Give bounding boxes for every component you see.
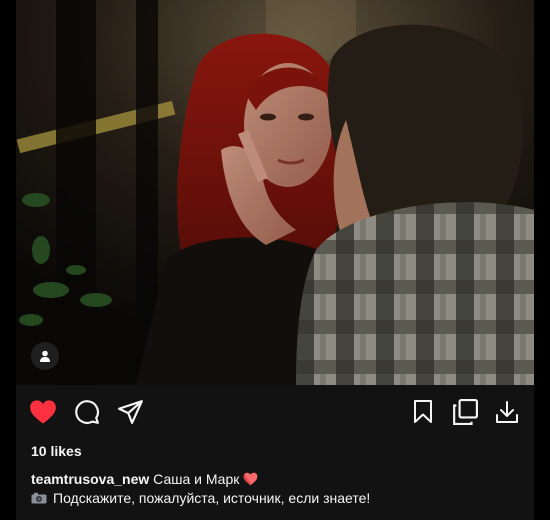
bookmark-icon — [414, 400, 432, 423]
comment-button[interactable] — [72, 397, 102, 427]
heart-filled-icon — [30, 400, 56, 424]
share-button[interactable] — [116, 397, 146, 427]
photo-image — [16, 0, 534, 385]
post-photo[interactable] — [16, 0, 534, 385]
download-button[interactable] — [492, 397, 522, 427]
camera-emoji — [31, 492, 47, 504]
collection-button[interactable] — [450, 397, 480, 427]
caption-text: Саша и Марк — [153, 471, 240, 487]
post-actions-bar — [16, 385, 534, 439]
paper-plane-icon — [118, 400, 143, 424]
tagged-users-button[interactable] — [31, 342, 59, 370]
caption-username[interactable]: teamtrusova_new — [31, 471, 149, 487]
post-caption: teamtrusova_new Саша и Марк Подскажите, … — [31, 470, 522, 508]
heart-emoji — [243, 472, 258, 486]
comment-icon — [75, 400, 99, 425]
like-button[interactable] — [28, 397, 58, 427]
caption-line-2-text: Подскажите, пожалуйста, источник, если з… — [53, 490, 371, 506]
post-card: 10 likes teamtrusova_new Саша и Марк Под… — [16, 0, 534, 520]
user-icon — [40, 350, 50, 362]
download-icon — [496, 401, 518, 423]
copy-icon — [453, 399, 478, 425]
save-button[interactable] — [408, 397, 438, 427]
caption-line-2: Подскажите, пожалуйста, источник, если з… — [31, 489, 522, 508]
likes-count[interactable]: 10 likes — [31, 443, 82, 459]
